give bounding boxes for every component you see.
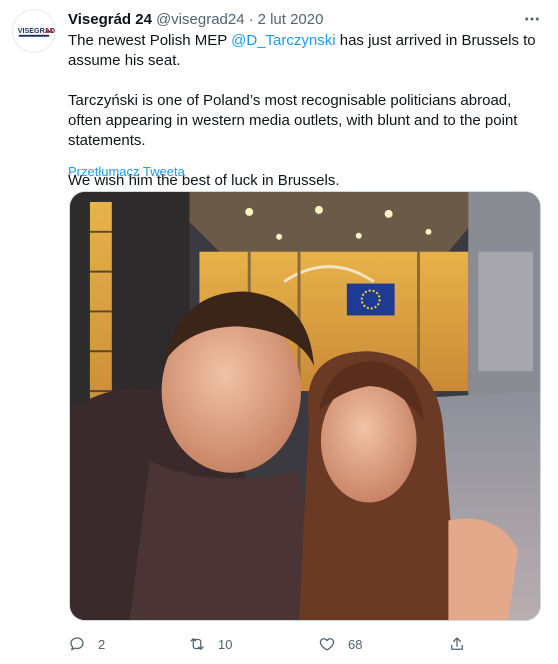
- tweet-paragraph-2: Tarczyński is one of Poland’s most recog…: [68, 92, 518, 149]
- tweet-date[interactable]: 2 lut 2020: [258, 11, 324, 28]
- like-icon: [319, 638, 335, 651]
- share-button[interactable]: [448, 632, 466, 656]
- svg-text:24: 24: [45, 27, 53, 35]
- more-icon[interactable]: [520, 7, 544, 31]
- retweet-icon: [190, 638, 204, 650]
- mention-link[interactable]: @D_Tarczynski: [231, 32, 335, 49]
- like-count: 68: [348, 636, 363, 652]
- tweet-paragraph-1: The newest Polish MEP @D_Tarczynski has …: [68, 31, 546, 71]
- reply-icon: [70, 637, 84, 651]
- translate-tweet-link[interactable]: Przetłumacz Tweeta: [68, 164, 185, 179]
- author-name[interactable]: Visegrád 24: [68, 11, 152, 28]
- tweet-actions: 2 10 68: [68, 632, 488, 656]
- tweet-text-part: The newest Polish MEP: [68, 32, 232, 49]
- retweet-count: 10: [218, 636, 233, 652]
- share-icon: [451, 637, 463, 650]
- like-button[interactable]: 68: [318, 632, 362, 656]
- selfie-photo-icon: [70, 192, 540, 620]
- tweet-photo[interactable]: [69, 191, 541, 621]
- retweet-button[interactable]: 10: [188, 632, 232, 656]
- author-handle[interactable]: @visegrad24: [156, 11, 245, 28]
- tweet-header: Visegrád 24 @visegrad24 · 2 lut 2020: [68, 9, 544, 29]
- tweet[interactable]: VISEGRAD 24 Visegrád 24 @visegrad24 · 2 …: [0, 0, 558, 664]
- reply-button[interactable]: 2: [68, 632, 105, 656]
- visegrad24-logo-icon[interactable]: VISEGRAD 24: [12, 9, 56, 53]
- separator-dot: ·: [248, 10, 254, 28]
- reply-count: 2: [98, 636, 106, 652]
